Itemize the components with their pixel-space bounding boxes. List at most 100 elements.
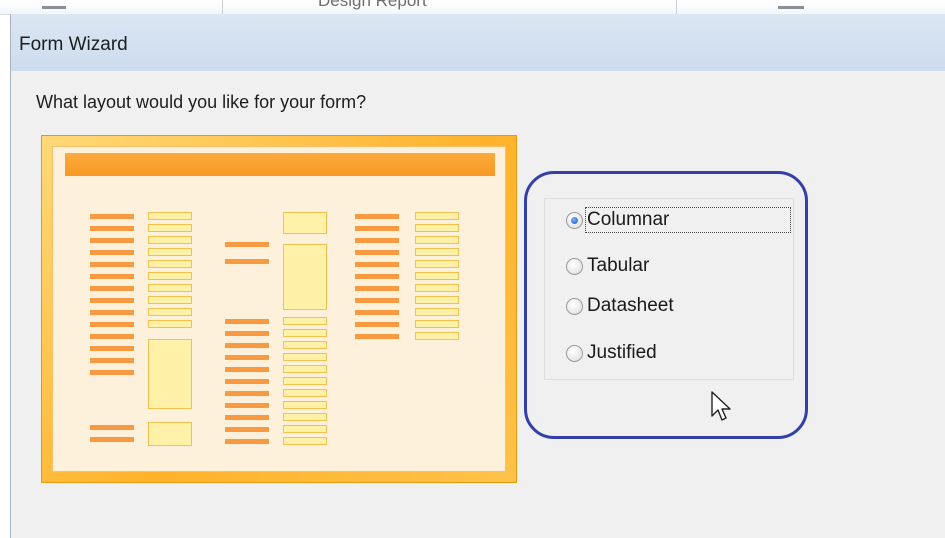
preview-label: [355, 262, 399, 267]
ribbon-fragment: [778, 6, 804, 9]
preview-memo-field: [148, 339, 192, 409]
preview-field: [415, 260, 459, 268]
preview-field: [415, 284, 459, 292]
radio-selected-icon[interactable]: [566, 211, 583, 229]
preview-label: [355, 238, 399, 243]
preview-field: [415, 296, 459, 304]
preview-field: [148, 284, 192, 292]
radio-icon[interactable]: [566, 344, 583, 362]
preview-field: [415, 212, 459, 220]
preview-label: [355, 310, 399, 315]
preview-label: [90, 425, 134, 430]
preview-field: [283, 212, 327, 234]
mouse-pointer-icon: [711, 391, 731, 421]
preview-label: [225, 355, 269, 360]
preview-field: [148, 308, 192, 316]
ribbon-fragment: [42, 6, 66, 9]
preview-label: [225, 259, 269, 264]
ribbon-separator: [222, 0, 223, 14]
option-datasheet[interactable]: Datasheet: [566, 292, 776, 320]
preview-field: [283, 353, 327, 361]
dialog-content: What layout would you like for your form…: [11, 71, 945, 538]
preview-field: [283, 389, 327, 397]
preview-field: [283, 377, 327, 385]
preview-field: [148, 224, 192, 232]
preview-label: [90, 322, 134, 327]
preview-label: [90, 250, 134, 255]
preview-label: [90, 334, 134, 339]
preview-label: [225, 242, 269, 247]
dialog-title: Form Wizard: [19, 34, 128, 55]
preview-label: [355, 250, 399, 255]
preview-label: [90, 214, 134, 219]
preview-field: [148, 422, 192, 446]
ribbon-text: Design Report: [318, 0, 427, 10]
layout-preview-image: [41, 135, 517, 483]
preview-label: [90, 298, 134, 303]
preview-label: [355, 214, 399, 219]
option-justified-label: Justified: [587, 342, 657, 363]
preview-label: [355, 226, 399, 231]
option-justified[interactable]: Justified: [566, 339, 776, 367]
preview-field: [283, 317, 327, 325]
preview-label: [90, 238, 134, 243]
preview-field: [148, 320, 192, 328]
preview-memo-field: [283, 244, 327, 310]
preview-field: [415, 224, 459, 232]
form-wizard-dialog: Form Wizard What layout would you like f…: [10, 14, 945, 538]
preview-label: [225, 403, 269, 408]
preview-label: [355, 274, 399, 279]
preview-field: [415, 308, 459, 316]
background-ribbon-strip: Design Report: [0, 0, 945, 15]
preview-label: [90, 310, 134, 315]
preview-label: [225, 415, 269, 420]
preview-label: [90, 370, 134, 375]
preview-field: [415, 272, 459, 280]
preview-header-bar: [65, 153, 495, 176]
preview-label: [355, 334, 399, 339]
preview-label: [90, 358, 134, 363]
preview-field: [283, 341, 327, 349]
preview-label: [225, 439, 269, 444]
preview-form-canvas: [52, 146, 506, 472]
title-bar[interactable]: Form Wizard: [11, 14, 945, 71]
preview-field: [415, 248, 459, 256]
preview-label: [355, 298, 399, 303]
option-columnar-label: Columnar: [584, 207, 792, 233]
preview-label: [225, 319, 269, 324]
preview-label: [90, 274, 134, 279]
preview-label: [225, 343, 269, 348]
preview-field: [283, 329, 327, 337]
preview-label: [90, 346, 134, 351]
preview-label: [225, 331, 269, 336]
ribbon-separator: [676, 0, 677, 14]
option-datasheet-label: Datasheet: [587, 295, 674, 316]
option-columnar[interactable]: Columnar: [566, 206, 792, 234]
radio-icon[interactable]: [566, 297, 583, 315]
preview-label: [90, 437, 134, 442]
preview-field: [148, 248, 192, 256]
preview-label: [355, 286, 399, 291]
preview-field: [283, 425, 327, 433]
preview-field: [283, 365, 327, 373]
radio-icon[interactable]: [566, 257, 583, 275]
option-tabular-label: Tabular: [587, 255, 650, 276]
preview-field: [148, 296, 192, 304]
preview-label: [225, 367, 269, 372]
preview-field: [148, 212, 192, 220]
option-tabular[interactable]: Tabular: [566, 252, 776, 280]
preview-field: [283, 437, 327, 445]
preview-label: [90, 286, 134, 291]
preview-label: [90, 226, 134, 231]
preview-field: [283, 401, 327, 409]
preview-field: [415, 320, 459, 328]
preview-label: [225, 379, 269, 384]
preview-label: [90, 262, 134, 267]
preview-label: [225, 391, 269, 396]
preview-field: [415, 236, 459, 244]
preview-label: [355, 322, 399, 327]
preview-label: [225, 427, 269, 432]
preview-field: [148, 272, 192, 280]
preview-field: [148, 260, 192, 268]
layout-prompt: What layout would you like for your form…: [36, 92, 367, 112]
